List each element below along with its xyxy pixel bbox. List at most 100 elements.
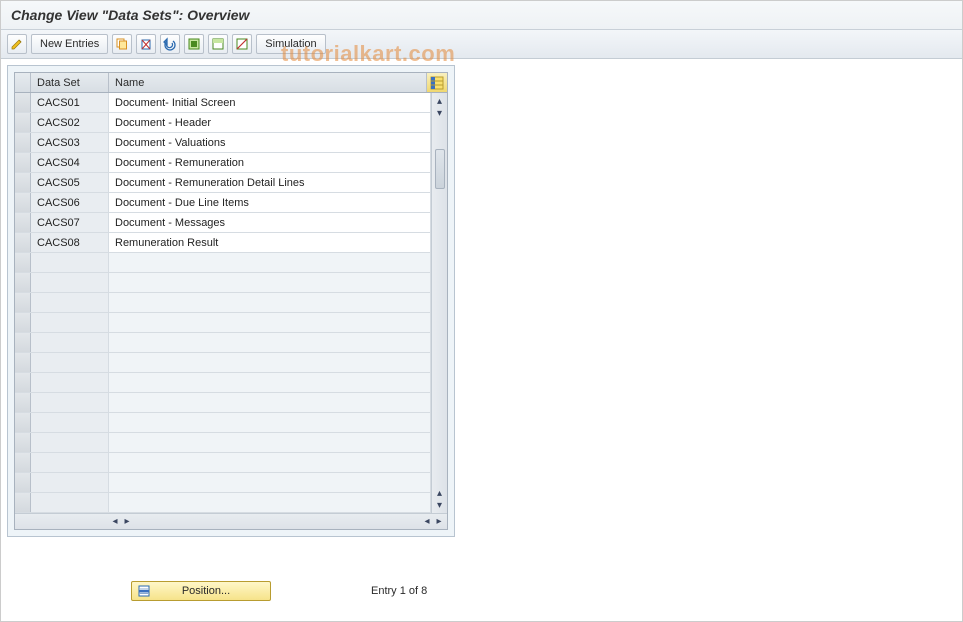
cell-name[interactable]: [109, 353, 431, 372]
cell-data-set[interactable]: [31, 473, 109, 492]
cell-data-set[interactable]: [31, 353, 109, 372]
cell-data-set[interactable]: [31, 393, 109, 412]
row-selector[interactable]: [15, 293, 31, 312]
cell-data-set[interactable]: CACS06: [31, 193, 109, 212]
row-selector[interactable]: [15, 433, 31, 452]
scroll-right-step-icon[interactable]: ▸: [121, 516, 133, 528]
cell-name[interactable]: [109, 373, 431, 392]
cell-name[interactable]: [109, 333, 431, 352]
cell-name[interactable]: [109, 453, 431, 472]
table-row-empty[interactable]: [15, 433, 431, 453]
scroll-up-icon[interactable]: ▴: [434, 95, 446, 107]
scroll-left-step-icon[interactable]: ◂: [421, 516, 433, 528]
cell-data-set[interactable]: [31, 333, 109, 352]
table-row-empty[interactable]: [15, 413, 431, 433]
row-selector[interactable]: [15, 133, 31, 152]
position-button[interactable]: Position...: [131, 581, 271, 601]
cell-data-set[interactable]: CACS05: [31, 173, 109, 192]
table-row[interactable]: CACS08Remuneration Result: [15, 233, 431, 253]
cell-name[interactable]: [109, 253, 431, 272]
cell-data-set[interactable]: [31, 273, 109, 292]
cell-name[interactable]: [109, 273, 431, 292]
row-selector[interactable]: [15, 393, 31, 412]
row-selector[interactable]: [15, 353, 31, 372]
scroll-down-icon[interactable]: ▾: [434, 499, 446, 511]
copy-button[interactable]: [112, 34, 132, 54]
cell-data-set[interactable]: [31, 493, 109, 512]
cell-data-set[interactable]: CACS04: [31, 153, 109, 172]
cell-data-set[interactable]: CACS01: [31, 93, 109, 112]
row-selector[interactable]: [15, 453, 31, 472]
cell-data-set[interactable]: [31, 453, 109, 472]
table-row-empty[interactable]: [15, 253, 431, 273]
cell-name[interactable]: [109, 313, 431, 332]
row-selector[interactable]: [15, 173, 31, 192]
vertical-scrollbar[interactable]: ▴ ▾ ▴ ▾: [431, 93, 447, 513]
table-row[interactable]: CACS03Document - Valuations: [15, 133, 431, 153]
table-row-empty[interactable]: [15, 473, 431, 493]
cell-data-set[interactable]: [31, 413, 109, 432]
cell-name[interactable]: [109, 433, 431, 452]
table-row-empty[interactable]: [15, 373, 431, 393]
cell-data-set[interactable]: [31, 253, 109, 272]
simulation-button[interactable]: Simulation: [256, 34, 325, 54]
table-row[interactable]: CACS04Document - Remuneration: [15, 153, 431, 173]
select-all-button[interactable]: [184, 34, 204, 54]
cell-name[interactable]: Document - Remuneration: [109, 153, 431, 172]
table-row-empty[interactable]: [15, 353, 431, 373]
row-selector[interactable]: [15, 333, 31, 352]
scroll-down-step-icon[interactable]: ▾: [434, 107, 446, 119]
cell-data-set[interactable]: [31, 293, 109, 312]
row-selector[interactable]: [15, 193, 31, 212]
cell-name[interactable]: [109, 413, 431, 432]
column-select-all[interactable]: [15, 73, 31, 92]
cell-data-set[interactable]: [31, 313, 109, 332]
row-selector[interactable]: [15, 253, 31, 272]
table-row-empty[interactable]: [15, 493, 431, 513]
cell-data-set[interactable]: CACS08: [31, 233, 109, 252]
cell-name[interactable]: [109, 493, 431, 512]
table-row[interactable]: CACS07Document - Messages: [15, 213, 431, 233]
table-row-empty[interactable]: [15, 293, 431, 313]
undo-button[interactable]: [160, 34, 180, 54]
cell-name[interactable]: Document- Initial Screen: [109, 93, 431, 112]
row-selector[interactable]: [15, 413, 31, 432]
row-selector[interactable]: [15, 273, 31, 292]
cell-data-set[interactable]: [31, 373, 109, 392]
table-row-empty[interactable]: [15, 453, 431, 473]
cell-name[interactable]: Document - Valuations: [109, 133, 431, 152]
table-row[interactable]: CACS05Document - Remuneration Detail Lin…: [15, 173, 431, 193]
horizontal-scrollbar[interactable]: ◂ ▸ ◂ ▸: [15, 513, 447, 529]
row-selector[interactable]: [15, 493, 31, 512]
row-selector[interactable]: [15, 233, 31, 252]
cell-name[interactable]: Document - Messages: [109, 213, 431, 232]
table-row-empty[interactable]: [15, 393, 431, 413]
select-block-button[interactable]: [208, 34, 228, 54]
column-header-data-set[interactable]: Data Set: [31, 73, 109, 92]
scroll-thumb[interactable]: [435, 149, 445, 189]
column-header-name[interactable]: Name: [109, 73, 427, 92]
scroll-left-icon[interactable]: ◂: [109, 516, 121, 528]
cell-data-set[interactable]: [31, 433, 109, 452]
scroll-track[interactable]: [435, 119, 445, 487]
row-selector[interactable]: [15, 373, 31, 392]
cell-name[interactable]: [109, 393, 431, 412]
table-row[interactable]: CACS06Document - Due Line Items: [15, 193, 431, 213]
table-row-empty[interactable]: [15, 313, 431, 333]
row-selector[interactable]: [15, 213, 31, 232]
cell-name[interactable]: [109, 293, 431, 312]
table-row[interactable]: CACS01Document- Initial Screen: [15, 93, 431, 113]
table-row[interactable]: CACS02Document - Header: [15, 113, 431, 133]
scroll-up-step-icon[interactable]: ▴: [434, 487, 446, 499]
scroll-right-icon[interactable]: ▸: [433, 516, 445, 528]
table-row-empty[interactable]: [15, 273, 431, 293]
cell-name[interactable]: Document - Header: [109, 113, 431, 132]
row-selector[interactable]: [15, 113, 31, 132]
toggle-edit-button[interactable]: [7, 34, 27, 54]
cell-name[interactable]: Document - Due Line Items: [109, 193, 431, 212]
cell-data-set[interactable]: CACS02: [31, 113, 109, 132]
delete-button[interactable]: [136, 34, 156, 54]
table-row-empty[interactable]: [15, 333, 431, 353]
row-selector[interactable]: [15, 313, 31, 332]
row-selector[interactable]: [15, 93, 31, 112]
